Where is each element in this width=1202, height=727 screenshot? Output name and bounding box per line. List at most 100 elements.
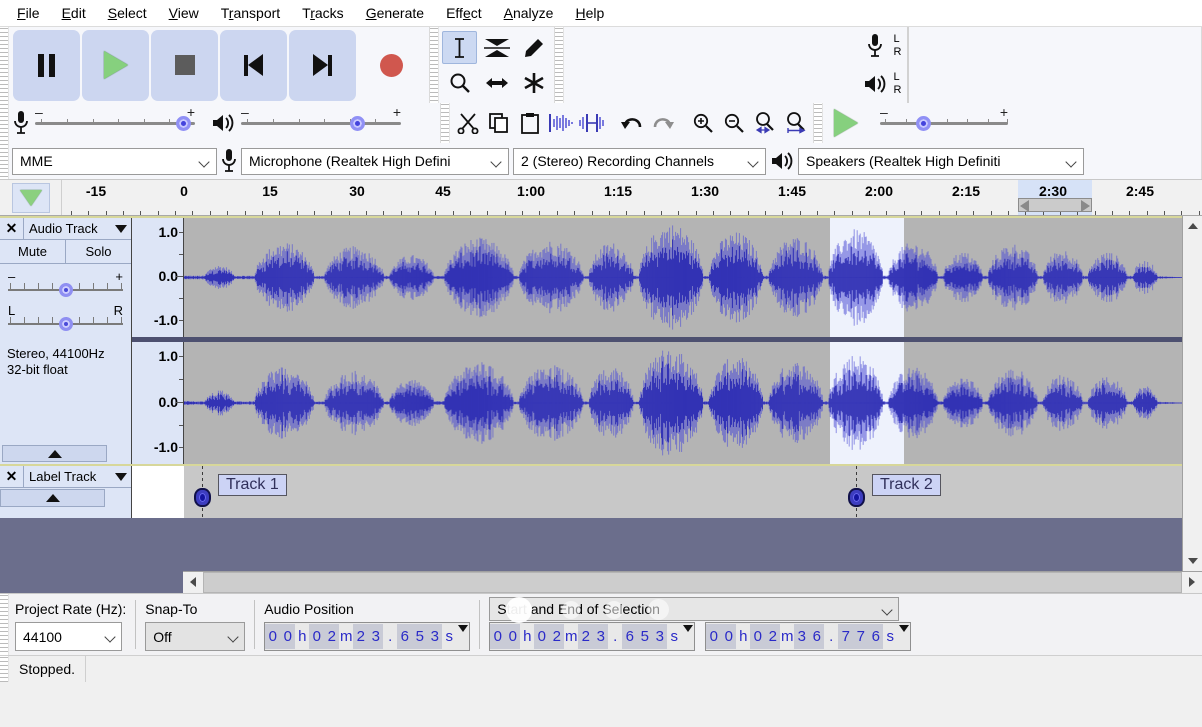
play-meter-button[interactable] — [856, 65, 893, 103]
play-speed-toolbar-grip[interactable] — [814, 103, 823, 143]
menu-help[interactable]: Help — [564, 1, 615, 25]
fit-selection-button[interactable] — [749, 106, 780, 140]
time-digit[interactable]: 6 — [809, 624, 825, 649]
skip-to-start-button[interactable] — [220, 29, 287, 101]
timeshift-tool[interactable] — [479, 66, 514, 99]
time-digit[interactable]: 7 — [853, 624, 869, 649]
time-digit[interactable]: 0 — [490, 624, 506, 649]
project-rate-select[interactable]: 44100 — [15, 622, 122, 651]
time-digit[interactable]: 2 — [578, 624, 594, 649]
record-volume-thumb[interactable] — [175, 116, 191, 131]
play-volume-thumb[interactable] — [349, 116, 365, 131]
recording-volume-slider[interactable]: – + — [35, 104, 195, 138]
silence-button[interactable] — [576, 106, 607, 140]
collapse-audio-track-button[interactable] — [2, 445, 107, 462]
menu-file[interactable]: File — [6, 1, 51, 25]
menu-edit[interactable]: Edit — [51, 1, 97, 25]
time-digit[interactable]: 0 — [721, 624, 737, 649]
play-speed-thumb[interactable] — [915, 116, 931, 131]
time-spinner[interactable] — [681, 623, 695, 650]
audio-track-title-dropdown[interactable]: Audio Track — [24, 218, 131, 239]
selection-drag-handles[interactable] — [1018, 198, 1092, 212]
time-digit[interactable]: 0 — [309, 624, 325, 649]
horizontal-scroll-thumb[interactable] — [203, 572, 1182, 593]
solo-button[interactable]: Solo — [66, 240, 131, 263]
skip-to-end-button[interactable] — [289, 29, 356, 101]
pinned-play-head-button[interactable] — [11, 182, 50, 213]
paste-button[interactable] — [514, 106, 545, 140]
horizontal-scrollbar[interactable] — [183, 571, 1202, 593]
cut-button[interactable] — [452, 106, 483, 140]
time-digit[interactable]: 0 — [706, 624, 722, 649]
time-digit[interactable]: 2 — [765, 624, 781, 649]
playback-volume-slider[interactable]: – + — [241, 104, 401, 138]
time-digit[interactable]: 2 — [353, 624, 369, 649]
device-toolbar-grip[interactable] — [0, 143, 9, 179]
vertical-scrollbar[interactable] — [1182, 216, 1202, 571]
collapse-label-track-button[interactable] — [0, 489, 105, 507]
scroll-up-button[interactable] — [1183, 216, 1202, 236]
close-label-track-button[interactable]: ✕ — [0, 466, 24, 487]
pan-thumb[interactable] — [58, 317, 73, 331]
scroll-down-button[interactable] — [1183, 551, 1202, 571]
time-digit[interactable]: 2 — [324, 624, 340, 649]
menu-view[interactable]: View — [158, 1, 210, 25]
play-meter-scale[interactable]: -57-54-51-48-45-42-39-36-33-30-27-24-21-… — [906, 65, 909, 103]
edit-toolbar-grip[interactable] — [441, 103, 450, 143]
scroll-left-button[interactable] — [183, 572, 203, 592]
menu-transport[interactable]: Transport — [210, 1, 291, 25]
audio-position-field[interactable]: 00h02m23.653s — [264, 622, 471, 651]
time-spinner[interactable] — [897, 623, 911, 650]
playback-device-select[interactable]: Speakers (Realtek High Definiti — [798, 147, 1084, 175]
time-digit[interactable]: 3 — [368, 624, 384, 649]
left-channel-waveform[interactable] — [184, 218, 1182, 337]
label-1[interactable]: Track 1 — [218, 474, 287, 496]
time-digit[interactable]: 3 — [794, 624, 810, 649]
time-digit[interactable]: 0 — [280, 624, 296, 649]
time-digit[interactable]: 0 — [505, 624, 521, 649]
tools-toolbar-grip[interactable] — [430, 27, 439, 103]
menu-tracks[interactable]: Tracks — [291, 1, 355, 25]
audio-host-select[interactable]: MME — [12, 147, 217, 175]
meter-toolbar-grip[interactable] — [555, 27, 564, 103]
time-digit[interactable]: 7 — [838, 624, 854, 649]
selection-end-field[interactable]: 00h02m36.776s — [705, 622, 912, 651]
time-digit[interactable]: 3 — [652, 624, 668, 649]
time-digit[interactable]: 0 — [265, 624, 281, 649]
copy-button[interactable] — [483, 106, 514, 140]
multi-tool[interactable] — [516, 66, 551, 99]
close-audio-track-button[interactable]: ✕ — [0, 218, 24, 239]
label-2-handle[interactable] — [848, 488, 865, 507]
record-meter-button[interactable] — [856, 27, 893, 65]
time-digit[interactable]: 3 — [427, 624, 443, 649]
selection-mode-select[interactable]: Start and End of Selection — [489, 597, 900, 623]
playback-meter-toolbar[interactable]: L R -57-54-51-48-45-42-39-36-33-30-27-24… — [856, 65, 909, 103]
redo-button[interactable] — [647, 106, 678, 140]
zoom-in-button[interactable] — [687, 106, 718, 140]
trim-button[interactable] — [545, 106, 576, 140]
play-at-speed-button[interactable] — [828, 106, 863, 140]
gain-thumb[interactable] — [58, 283, 73, 297]
draw-tool[interactable] — [516, 31, 551, 64]
menu-effect[interactable]: Effect — [435, 1, 493, 25]
snap-to-select[interactable]: Off — [145, 622, 246, 651]
time-digit[interactable]: 6 — [868, 624, 884, 649]
zoom-tool[interactable] — [442, 66, 477, 99]
label-track-canvas[interactable]: Track 1 Track 2 — [184, 466, 1182, 518]
time-digit[interactable]: 6 — [622, 624, 638, 649]
transport-toolbar-grip[interactable] — [0, 27, 9, 103]
mute-button[interactable]: Mute — [0, 240, 66, 263]
label-track-title-dropdown[interactable]: Label Track — [24, 466, 131, 487]
play-button[interactable] — [82, 29, 149, 101]
record-meter-scale[interactable]: -57-54-51-48-45-42-39-36-33-30-27-24-21-… — [906, 27, 909, 65]
recording-device-select[interactable]: Microphone (Realtek High Defini — [241, 147, 509, 175]
time-digit[interactable]: 5 — [412, 624, 428, 649]
pan-slider[interactable]: L R — [8, 303, 123, 336]
selection-start-field[interactable]: 00h02m23.653s — [489, 622, 696, 651]
record-button[interactable] — [358, 29, 425, 101]
time-digit[interactable]: 5 — [637, 624, 653, 649]
play-speed-slider[interactable]: – + — [880, 104, 1008, 138]
timeline-ruler[interactable]: -15 0 15 30 45 1:00 1:15 1:30 1:45 2:00 2:15 2:30 2:… — [62, 180, 1202, 215]
menu-select[interactable]: Select — [97, 1, 158, 25]
time-digit[interactable]: 0 — [534, 624, 550, 649]
